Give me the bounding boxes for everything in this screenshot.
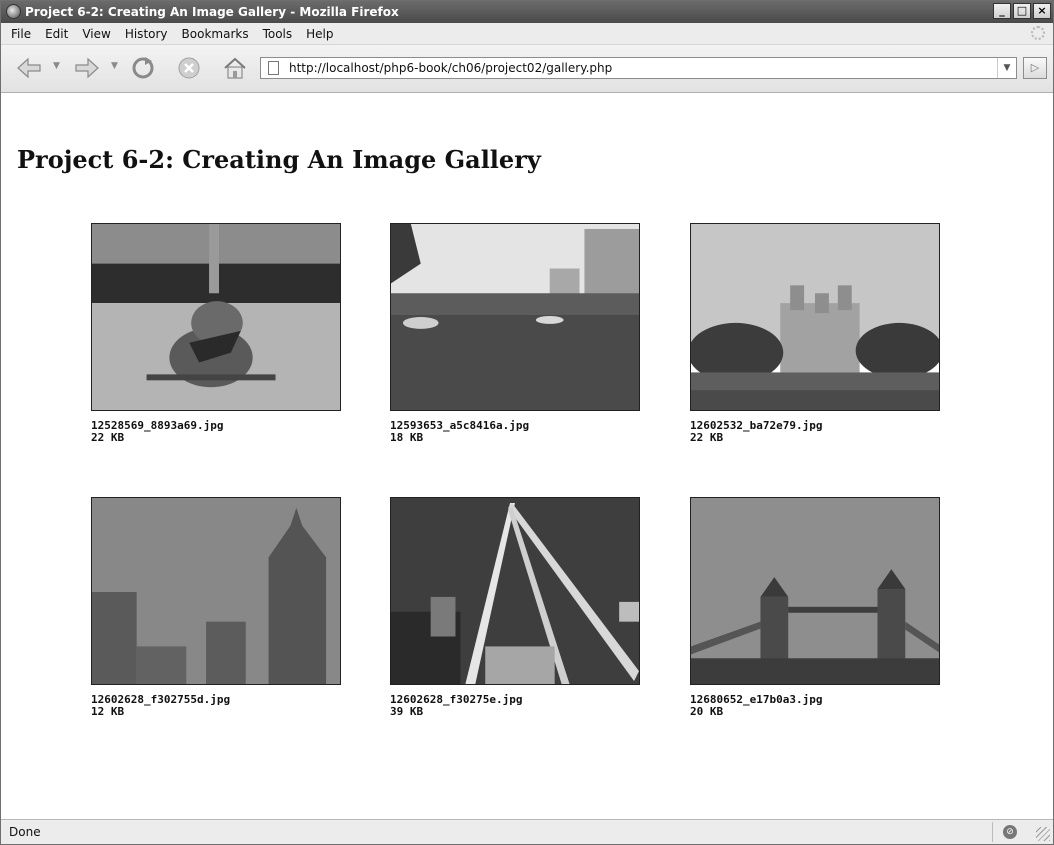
image-filesize: 22 KB <box>91 431 125 444</box>
window-controls: _ □ × <box>993 3 1051 19</box>
menu-tools[interactable]: Tools <box>257 27 301 41</box>
back-icon <box>17 57 41 79</box>
guitar-sculpture-image <box>92 224 340 410</box>
security-status-icon[interactable]: ⊘ <box>1003 825 1017 839</box>
gallery-item: 12593653_a5c8416a.jpg 18 KB <box>390 223 640 444</box>
tower-bridge-image <box>691 498 939 684</box>
image-filesize: 12 KB <box>91 705 125 718</box>
minimize-button[interactable]: _ <box>993 3 1011 19</box>
back-button[interactable] <box>15 55 43 81</box>
menu-file[interactable]: File <box>5 27 39 41</box>
gallery-thumbnail[interactable] <box>690 223 940 411</box>
gallery-thumbnail[interactable] <box>390 497 640 685</box>
castle-image <box>691 224 939 410</box>
menu-history[interactable]: History <box>119 27 176 41</box>
go-button[interactable]: ▷ <box>1023 57 1047 79</box>
gallery-thumbnail[interactable] <box>690 497 940 685</box>
image-filename: 12528569_8893a69.jpg <box>91 419 224 432</box>
park-image <box>391 224 639 410</box>
page-content: Project 6-2: Creating An Image Gallery 1… <box>1 93 1053 819</box>
skyline-image <box>92 498 340 684</box>
image-filesize: 39 KB <box>390 705 424 718</box>
image-filename: 12680652_e17b0a3.jpg <box>690 693 823 706</box>
forward-history-dropdown-icon[interactable]: ▼ <box>111 61 118 71</box>
menu-edit[interactable]: Edit <box>39 27 76 41</box>
status-text: Done <box>9 825 41 839</box>
status-bar: Done ⊘ <box>1 819 1053 844</box>
forward-button[interactable] <box>73 55 101 81</box>
menu-view[interactable]: View <box>76 27 118 41</box>
address-bar[interactable]: http://localhost/php6-book/ch06/project0… <box>260 57 1017 79</box>
go-arrow-icon: ▷ <box>1030 61 1040 74</box>
gallery-item: 12680652_e17b0a3.jpg 20 KB <box>690 497 940 718</box>
firefox-icon <box>6 4 21 19</box>
address-bar-url[interactable]: http://localhost/php6-book/ch06/project0… <box>289 61 612 75</box>
image-filename: 12593653_a5c8416a.jpg <box>390 419 530 432</box>
footbridge-image <box>391 498 639 684</box>
gallery-item: 12602628_f30275e.jpg 39 KB <box>390 497 640 718</box>
menu-bookmarks[interactable]: Bookmarks <box>176 27 257 41</box>
close-button[interactable]: × <box>1033 3 1051 19</box>
status-panel: ⊘ <box>992 822 1027 842</box>
back-history-dropdown-icon[interactable]: ▼ <box>53 61 60 71</box>
image-filesize: 22 KB <box>690 431 724 444</box>
image-filesize: 20 KB <box>690 705 724 718</box>
navigation-toolbar: ▼ ▼ http://localhost/php6-book/ch06/proj… <box>1 45 1053 93</box>
forward-icon <box>75 57 99 79</box>
browser-window: Project 6-2: Creating An Image Gallery -… <box>0 0 1054 845</box>
image-filename: 12602628_f302755d.jpg <box>91 693 231 706</box>
resize-grip-icon[interactable] <box>1036 827 1050 841</box>
gallery-item: 12528569_8893a69.jpg 22 KB <box>91 223 341 444</box>
home-icon <box>224 57 246 79</box>
gallery-item: 12602532_ba72e79.jpg 22 KB <box>690 223 940 444</box>
home-button[interactable] <box>221 55 249 81</box>
stop-icon <box>178 57 200 79</box>
window-title: Project 6-2: Creating An Image Gallery -… <box>25 5 399 19</box>
gallery-thumbnail[interactable] <box>390 223 640 411</box>
url-history-dropdown-icon[interactable]: ▼ <box>997 58 1016 78</box>
image-filesize: 18 KB <box>390 431 424 444</box>
stop-button[interactable] <box>175 55 203 81</box>
image-filename: 12602628_f30275e.jpg <box>390 693 523 706</box>
gallery-thumbnail[interactable] <box>91 497 341 685</box>
title-bar: Project 6-2: Creating An Image Gallery -… <box>1 1 1053 23</box>
page-heading: Project 6-2: Creating An Image Gallery <box>17 145 541 174</box>
reload-button[interactable] <box>129 55 157 81</box>
gallery-thumbnail[interactable] <box>91 223 341 411</box>
menu-help[interactable]: Help <box>300 27 341 41</box>
menu-bar: File Edit View History Bookmarks Tools H… <box>1 23 1053 45</box>
maximize-button[interactable]: □ <box>1013 3 1031 19</box>
page-icon <box>268 61 279 75</box>
reload-icon <box>132 57 154 79</box>
image-filename: 12602532_ba72e79.jpg <box>690 419 823 432</box>
throbber-icon <box>1031 26 1045 40</box>
gallery-item: 12602628_f302755d.jpg 12 KB <box>91 497 341 718</box>
